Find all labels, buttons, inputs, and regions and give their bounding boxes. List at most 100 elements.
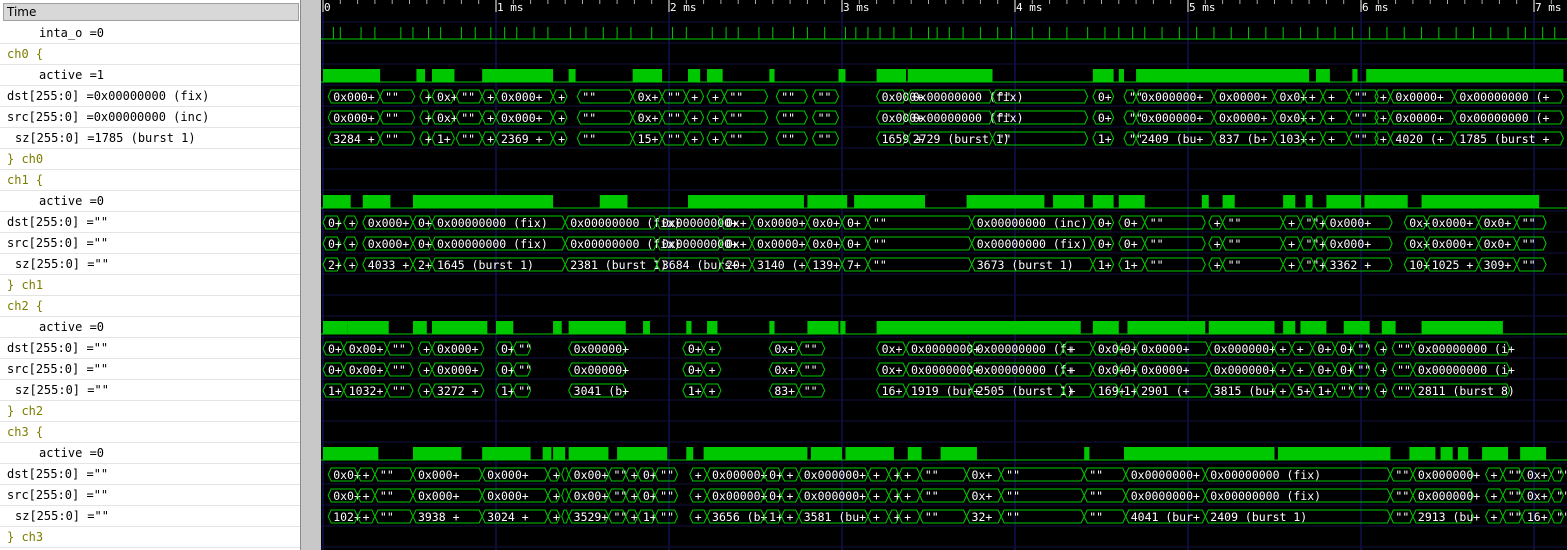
bus-value-label: 0+ [847,216,861,230]
bus-value-label: 0x0000+ [757,216,806,230]
bus-value-label: "" [380,468,394,482]
bus-value-label: + [487,111,494,125]
signal-name[interactable]: sz[255:0] ="" [0,380,300,401]
bus-value-label: "" [1006,510,1020,524]
bus-value-label: 0x000+ [1330,216,1372,230]
active-pulse [1118,69,1124,82]
bus-value-label: 0x+ [882,363,903,377]
signal-name[interactable]: src[255:0] ="" [0,233,300,254]
signal-name[interactable]: inta_o =0 [0,23,300,44]
signal-name[interactable]: sz[255:0] ="" [0,506,300,527]
waveform-panel[interactable]: 0 1 ms 2 ms 3 ms 4 ms 5 ms 6 ms 7 ms 0x000+ "" +0x… [321,0,1567,550]
active-pulse [854,195,926,208]
signal-name[interactable]: active =0 [0,191,300,212]
bus-value-label: "" [1395,489,1409,503]
group-row[interactable]: } ch0 [0,149,300,170]
bus-value-label: 4033 + [368,258,410,272]
bus-value-label: + [873,510,880,524]
time-column-header[interactable]: Time [3,3,299,21]
active-pulse [876,69,907,82]
bus-value-label: "" [518,342,532,356]
bus-value-label: + [349,237,356,251]
active-pulse [1127,321,1206,334]
bus-value-label: "" [461,132,475,146]
group-row[interactable]: ch0 { [0,44,300,65]
signal-name[interactable]: active =0 [0,317,300,338]
bus-value-label: "" [873,258,887,272]
bus-value-label: "" [1354,132,1368,146]
signal-name[interactable]: sz[255:0] =1785 (burst 1) [0,128,300,149]
active-pulse [1352,69,1358,82]
bus-value-label: 0x+ [774,342,795,356]
bus-value-label: + [712,90,719,104]
group-row[interactable]: } ch1 [0,275,300,296]
bus-value-label: 0x0000000+ [911,342,980,356]
bus-value-label: 1+ [328,384,342,398]
waveform-canvas[interactable]: 0 1 ms 2 ms 3 ms 4 ms 5 ms 6 ms 7 ms 0x000+ "" +0x… [321,0,1567,550]
tick-label: 3 ms [843,1,870,14]
bus-value-label: 0x+ [638,90,659,104]
signal-name[interactable]: src[255:0] ="" [0,359,300,380]
signal-name[interactable]: dst[255:0] ="" [0,338,300,359]
bus-value-label: 0x0000+ [757,237,806,251]
bus-value-label: 0x0+ [1484,216,1512,230]
active-pulse [940,447,977,460]
group-row[interactable]: } ch3 [0,527,300,548]
bus-value-label: 0+ [1124,237,1138,251]
signal-name[interactable]: src[255:0] =0x00000000 (inc) [0,107,300,128]
tick-label: 0 [324,1,331,14]
bus-value-label: "" [1357,363,1371,377]
active-pulse [769,321,775,334]
bus-value-label: "" [729,90,743,104]
signal-name[interactable]: src[255:0] ="" [0,485,300,506]
bus-value-label: 0x000+ [1330,237,1372,251]
bus-value-label: 32+ [972,510,993,524]
bus-value-label: "" [998,132,1012,146]
bus-value-label: + [631,489,638,503]
bus-value-label: 0x0000+ [1219,90,1268,104]
signal-name[interactable]: sz[255:0] ="" [0,254,300,275]
active-pulse [1326,195,1361,208]
bus-value-label: + [553,489,560,503]
bus-value-label: + [709,363,716,377]
bus-value-label: + [1068,384,1075,398]
bus-value-label: + [873,468,880,482]
panel-splitter[interactable] [301,0,321,550]
bus-value-label: 0x00000000 (fix) [437,237,548,251]
bus-value-label: 1+ [1098,258,1112,272]
active-pulse [362,195,391,208]
bus-value-label: "" [1508,510,1522,524]
bus-value-label: "" [582,90,596,104]
bus-value-label: 0x000000+ [1141,111,1203,125]
bus-value-label: + [558,111,565,125]
active-pulse [1092,195,1114,208]
bus-value-label: "" [667,111,681,125]
bus-value-label: + [691,132,698,146]
signal-name[interactable]: dst[255:0] ="" [0,464,300,485]
group-row[interactable]: ch1 { [0,170,300,191]
signal-name[interactable]: active =0 [0,443,300,464]
bus-value-label: + [786,468,793,482]
bus-value-label: "" [667,132,681,146]
bus-value-label: 0x00000000 (f+ [977,342,1074,356]
group-row[interactable]: ch3 { [0,422,300,443]
bus-value-label: + [786,510,793,524]
bus-value-label: 0x000000+ [1418,489,1480,503]
bus-value-label: "" [1228,216,1242,230]
active-pulse [1084,447,1090,460]
active-pulse [1201,195,1209,208]
signal-name[interactable]: active =1 [0,65,300,86]
group-row[interactable]: } ch2 [0,401,300,422]
bus-value-label: "" [1397,342,1411,356]
signal-name[interactable]: dst[255:0] ="" [0,212,300,233]
bus-value-label: "" [582,111,596,125]
bus-value-label: 0x+ [437,111,458,125]
signal-name[interactable]: dst[255:0] =0x00000000 (fix) [0,86,300,107]
bus-value-label: 0x0+ [812,237,840,251]
group-row[interactable]: ch2 { [0,296,300,317]
active-pulse [1343,321,1370,334]
bus-value-label: "" [660,510,674,524]
bus-value-label: + [1380,384,1387,398]
active-pulse [416,69,426,82]
bus-value-label: + [1309,111,1316,125]
